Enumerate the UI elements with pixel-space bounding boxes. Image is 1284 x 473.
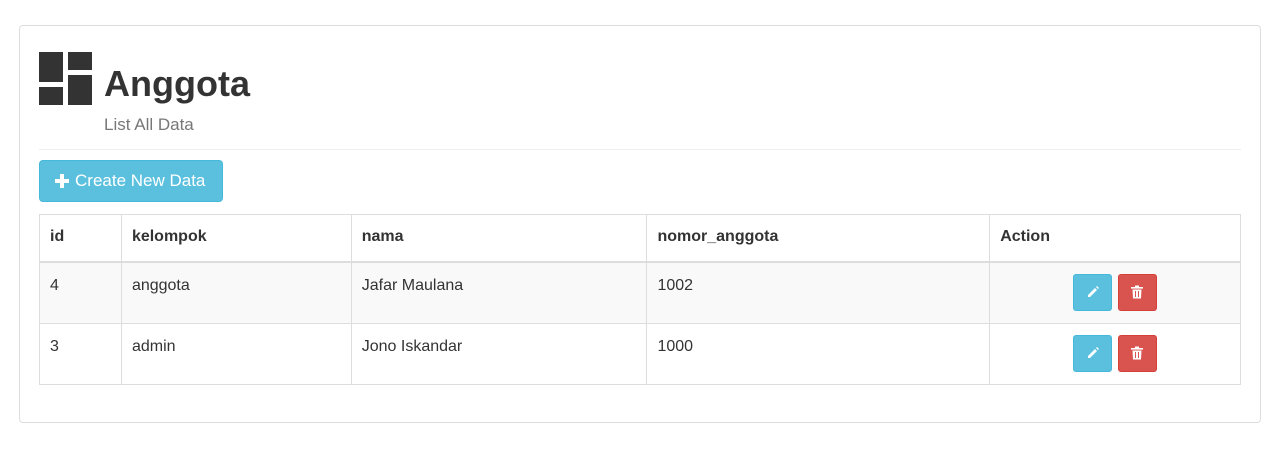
cell-action <box>989 322 1241 385</box>
table-row: 4 anggota Jafar Maulana 1002 <box>39 261 1241 324</box>
column-header-nomor-anggota[interactable]: nomor_anggota <box>646 214 991 263</box>
content-panel: Anggota List All Data Create New Data id… <box>19 25 1261 423</box>
create-button-label: Create New Data <box>75 171 206 190</box>
edit-button[interactable] <box>1073 273 1113 311</box>
table-header-row: id kelompok nama nomor_anggota Action <box>39 214 1241 263</box>
delete-button[interactable] <box>1117 334 1157 372</box>
trash-icon <box>1131 285 1144 299</box>
page-subtitle: List All Data <box>104 115 194 134</box>
column-header-kelompok[interactable]: kelompok <box>120 214 352 263</box>
cell-nama: Jono Iskandar <box>350 322 648 385</box>
cell-nomor-anggota: 1000 <box>646 322 991 385</box>
edit-button[interactable] <box>1073 334 1113 372</box>
cell-id: 4 <box>39 261 122 324</box>
cell-nama: Jafar Maulana <box>350 261 648 324</box>
cell-kelompok: anggota <box>120 261 352 324</box>
column-header-id[interactable]: id <box>39 214 122 263</box>
trash-icon <box>1131 346 1144 360</box>
column-header-action: Action <box>989 214 1241 263</box>
header-divider <box>39 149 1241 150</box>
cell-nomor-anggota: 1002 <box>646 261 991 324</box>
dashboard-icon <box>39 52 92 105</box>
data-table: id kelompok nama nomor_anggota Action 4 … <box>39 214 1241 385</box>
column-header-nama[interactable]: nama <box>350 214 648 263</box>
delete-button[interactable] <box>1117 273 1157 311</box>
pencil-icon <box>1087 286 1099 297</box>
create-new-data-button[interactable]: Create New Data <box>39 160 223 202</box>
plus-icon <box>55 174 69 188</box>
cell-id: 3 <box>39 322 122 385</box>
cell-action <box>989 261 1241 324</box>
cell-kelompok: admin <box>120 322 352 385</box>
page-title: Anggota <box>104 63 250 104</box>
table-row: 3 admin Jono Iskandar 1000 <box>39 322 1241 385</box>
pencil-icon <box>1087 347 1099 358</box>
